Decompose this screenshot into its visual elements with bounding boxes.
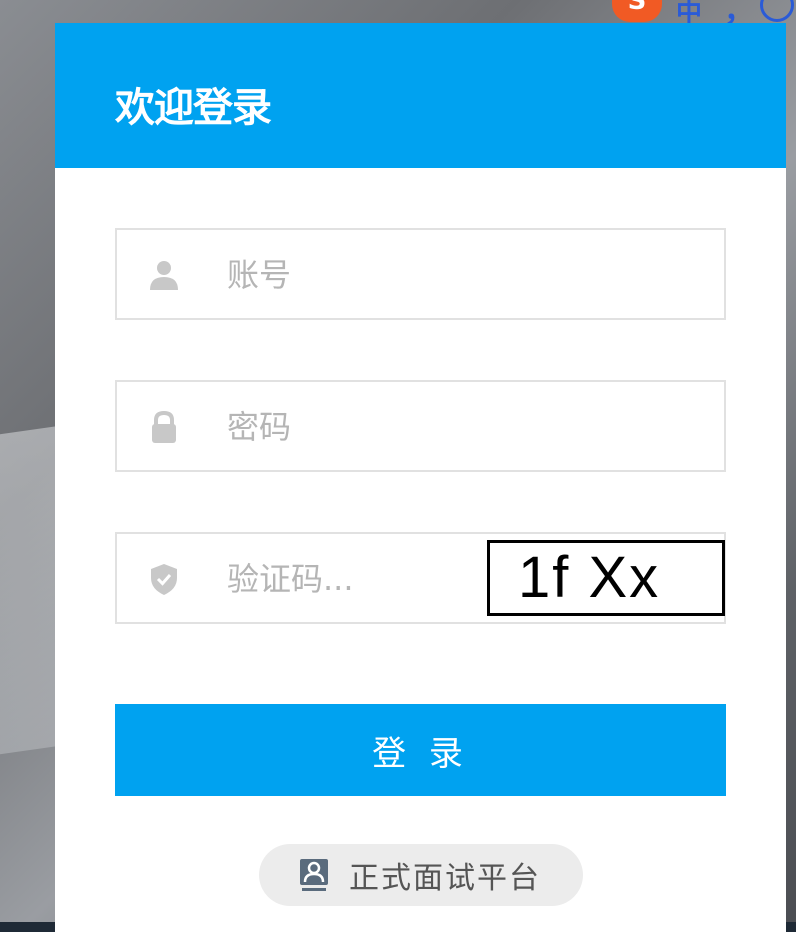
captcha-input[interactable] (227, 554, 487, 604)
login-card: 欢迎登录 1f Xx 登 录 正式面试平台 (55, 23, 786, 932)
ime-logo-icon[interactable]: S (612, 0, 662, 22)
login-header: 欢迎登录 (55, 23, 786, 168)
ime-mode-toggle[interactable]: 中 (676, 0, 702, 24)
login-button[interactable]: 登 录 (115, 704, 726, 796)
ime-emoji-icon[interactable] (760, 0, 794, 22)
lock-icon (152, 410, 176, 443)
shield-icon (151, 564, 177, 595)
account-field[interactable] (115, 228, 726, 320)
background-decoration (0, 425, 60, 755)
ime-toolbar[interactable]: S 中 ， (612, 0, 796, 24)
captcha-field[interactable]: 1f Xx (115, 532, 726, 624)
page-title: 欢迎登录 (115, 85, 272, 131)
platform-link-label: 正式面试平台 (349, 861, 541, 896)
account-input[interactable] (227, 250, 487, 300)
user-icon (150, 261, 178, 290)
id-card-icon (300, 859, 328, 891)
password-field[interactable] (115, 380, 726, 472)
platform-link[interactable]: 正式面试平台 (259, 844, 583, 906)
ime-punctuation-toggle[interactable]: ， (724, 0, 754, 24)
captcha-image[interactable]: 1f Xx (487, 540, 725, 616)
password-input[interactable] (227, 402, 487, 452)
